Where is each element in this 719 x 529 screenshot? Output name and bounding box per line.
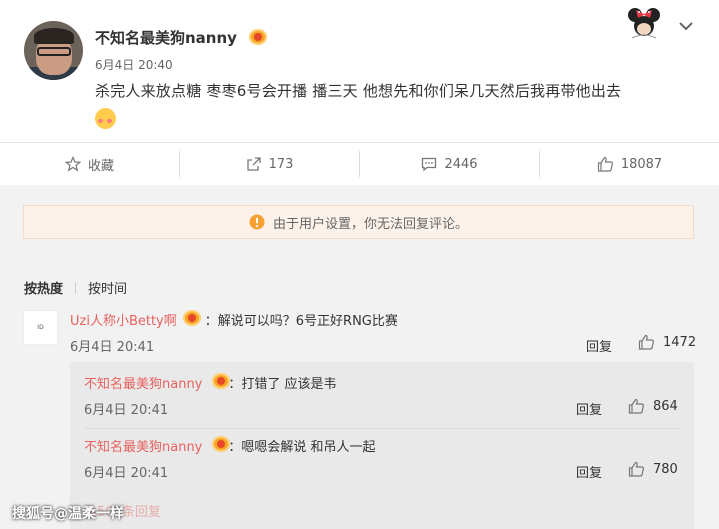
comment-reply-button[interactable]: 回复 xyxy=(586,336,612,355)
comment-count: 2446 xyxy=(444,156,478,172)
reply-reply-button[interactable]: 回复 xyxy=(576,462,602,481)
reply-disabled-notice: 由于用户设置，你无法回复评论。 xyxy=(23,205,694,239)
reply-line: 不知名最美狗nanny ：打错了 应该是韦 xyxy=(84,373,337,392)
post-action-bar: 收藏 173 2446 18087 xyxy=(0,142,719,186)
post-time[interactable]: 6月4日 20:40 xyxy=(95,56,173,73)
vip-badge-icon xyxy=(212,436,230,452)
kiss-emoji-icon xyxy=(95,108,116,129)
vip-badge-icon xyxy=(183,310,201,326)
favorite-label: 收藏 xyxy=(87,158,114,174)
repost-button[interactable]: 173 xyxy=(180,143,359,185)
reply-like-button[interactable]: 864 xyxy=(628,398,678,414)
star-icon xyxy=(64,156,81,172)
sohu-watermark: 搜狐号@温柔一样 xyxy=(12,506,124,522)
like-count: 18087 xyxy=(620,156,663,172)
commenter-avatar[interactable]: ID xyxy=(23,310,58,345)
reply-text: ：嗯嗯会解说 和吊人一起 xyxy=(228,440,376,455)
notice-text: 由于用户设置，你无法回复评论。 xyxy=(272,216,468,232)
reply-like-count: 864 xyxy=(653,398,678,414)
commenter-name[interactable]: Uzi人称小Betty啊 xyxy=(70,314,177,329)
repost-icon xyxy=(246,157,261,171)
sort-by-time-tab[interactable]: 按时间 xyxy=(88,282,127,297)
thumbs-up-icon xyxy=(638,334,654,350)
comment-icon xyxy=(422,157,437,172)
comment-sort-tabs: 按热度 按时间 xyxy=(24,278,127,297)
sort-by-hot-tab[interactable]: 按热度 xyxy=(24,282,63,297)
post-text: 杀完人来放点糖 枣枣6号会开播 播三天 他想先和你们呆几天然后我再带他出去 xyxy=(95,82,622,100)
thumbs-up-icon xyxy=(628,398,644,414)
reply-like-button[interactable]: 780 xyxy=(628,461,678,477)
author-avatar[interactable] xyxy=(24,21,83,80)
reply-author-name[interactable]: 不知名最美狗nanny xyxy=(84,377,202,392)
minnie-mouse-icon xyxy=(628,8,660,39)
thumbs-up-icon xyxy=(597,156,613,172)
comment-time: 6月4日 20:41 xyxy=(70,340,155,355)
thumbs-up-icon xyxy=(628,461,644,477)
vip-badge-icon xyxy=(212,373,230,389)
repost-count: 173 xyxy=(268,156,294,172)
comment-button[interactable]: 2446 xyxy=(360,143,539,185)
favorite-button[interactable]: 收藏 xyxy=(0,143,179,185)
like-button[interactable]: 18087 xyxy=(540,143,719,185)
comment-line: Uzi人称小Betty啊 ：解说可以吗？6号正好RNG比赛 xyxy=(70,310,398,329)
reply-reply-button[interactable]: 回复 xyxy=(576,399,602,418)
comment-like-button[interactable]: 1472 xyxy=(638,334,696,350)
reply-text: ：打错了 应该是韦 xyxy=(228,377,337,392)
reply-time: 6月4日 20:41 xyxy=(84,403,169,418)
warning-icon xyxy=(249,214,265,230)
reply-like-count: 780 xyxy=(653,461,678,477)
chevron-down-icon[interactable] xyxy=(678,18,694,34)
avatar-text: ID xyxy=(37,324,44,331)
vip-badge-icon xyxy=(249,29,267,45)
weibo-post: 不知名最美狗nanny 6月4日 20:40 杀完人来放点糖 枣枣6号会开播 播… xyxy=(0,0,719,142)
reply-time: 6月4日 20:41 xyxy=(84,466,169,481)
comment-text: ：解说可以吗？6号正好RNG比赛 xyxy=(204,314,398,329)
reply-author-name[interactable]: 不知名最美狗nanny xyxy=(84,440,202,455)
comment-like-count: 1472 xyxy=(663,334,697,350)
author-name[interactable]: 不知名最美狗nanny xyxy=(95,27,237,48)
